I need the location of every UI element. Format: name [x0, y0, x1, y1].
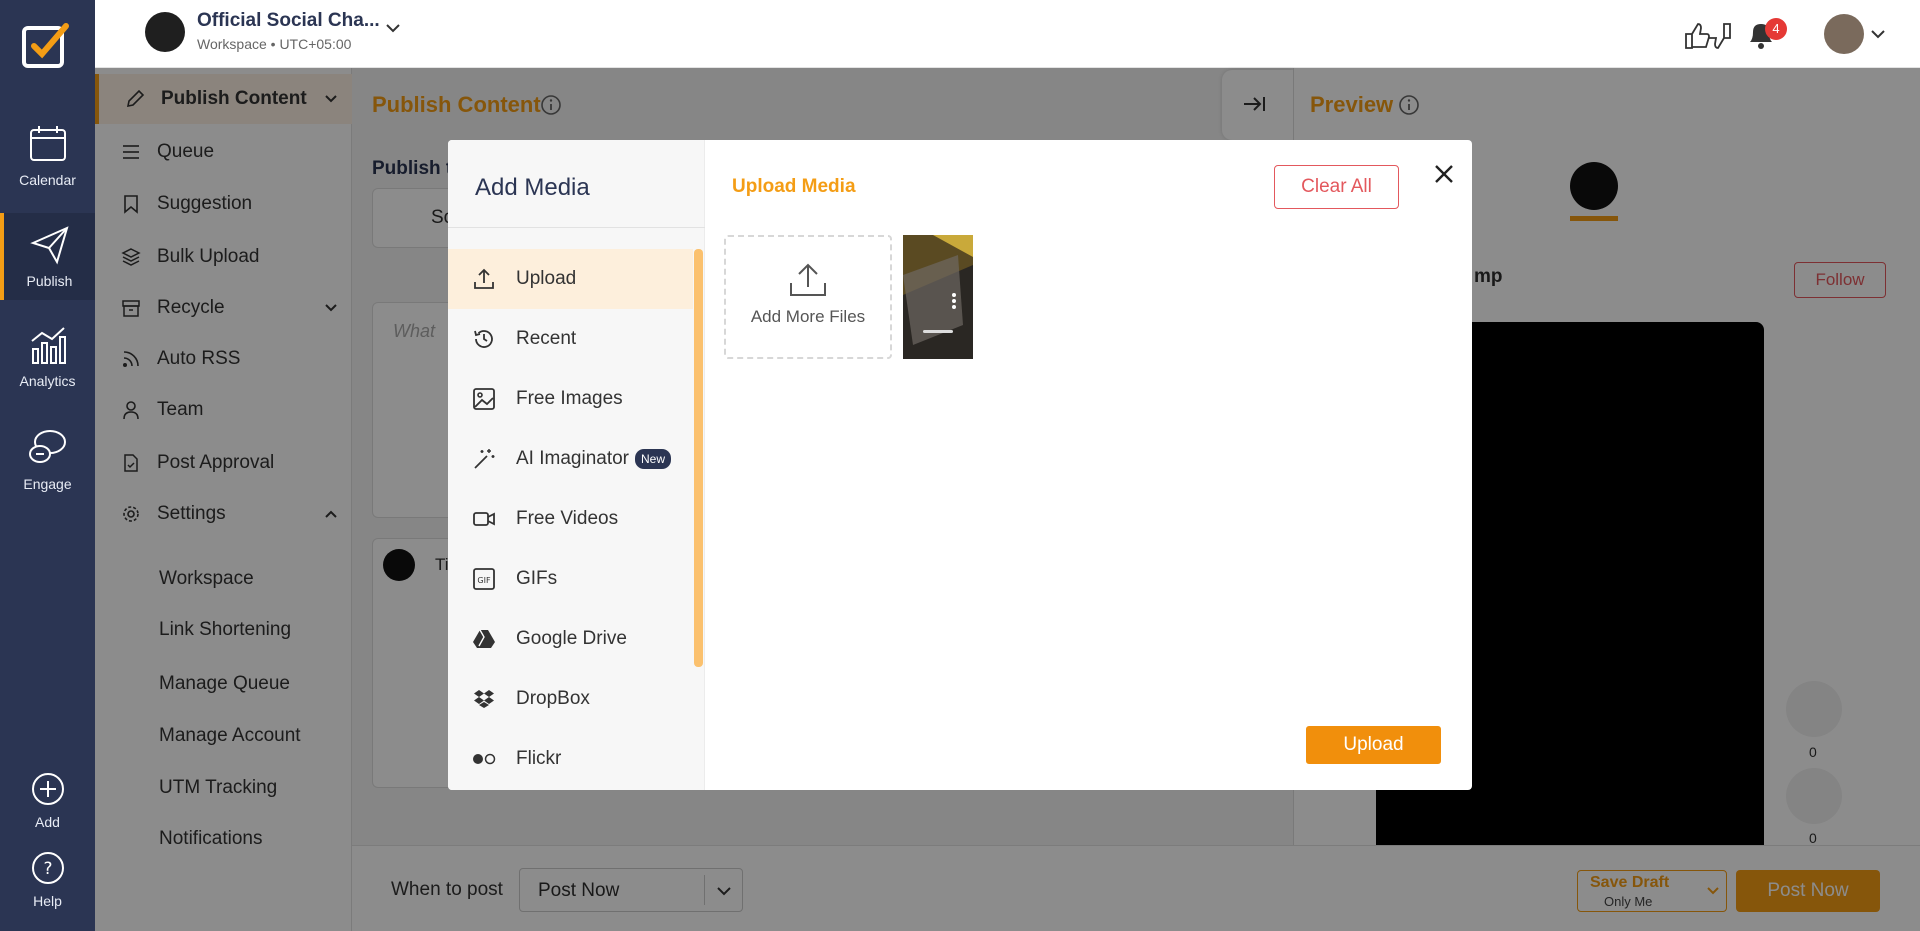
- rail-add-label: Add: [35, 814, 60, 830]
- add-media-modal: Add Media Upload Recent Free Images AI I…: [448, 140, 1472, 790]
- notification-count-badge: 4: [1765, 18, 1787, 40]
- svg-text:GIF: GIF: [477, 576, 491, 585]
- modal-title: Add Media: [475, 174, 590, 201]
- sidebar-scrollbar[interactable]: [694, 249, 703, 667]
- media-source-label: Recent: [516, 328, 577, 349]
- workspace-subtitle: Workspace • UTC+05:00: [197, 36, 352, 52]
- thumbs-feedback-icon[interactable]: [1682, 18, 1734, 54]
- video-icon: [472, 509, 496, 529]
- media-source-label: Free Videos: [516, 508, 619, 529]
- media-source-label: DropBox: [516, 688, 590, 709]
- close-icon[interactable]: [1430, 160, 1458, 188]
- rail-analytics[interactable]: Analytics: [0, 325, 95, 389]
- app-logo-icon[interactable]: [22, 22, 70, 70]
- paper-plane-icon: [29, 226, 69, 265]
- rail-add[interactable]: Add: [0, 772, 95, 830]
- new-badge: New: [635, 449, 672, 469]
- rail-calendar[interactable]: Calendar: [0, 124, 95, 188]
- media-source-google-drive[interactable]: Google Drive: [448, 609, 693, 669]
- media-source-flickr[interactable]: Flickr: [448, 729, 693, 789]
- media-source-label: GIFs: [516, 568, 558, 589]
- media-source-dropbox[interactable]: DropBox: [448, 669, 693, 729]
- add-more-files-label: Add More Files: [750, 307, 866, 326]
- gif-icon: GIF: [472, 567, 496, 591]
- magic-wand-icon: [472, 447, 496, 471]
- media-source-free-videos[interactable]: Free Videos: [448, 489, 693, 549]
- upload-icon: [790, 263, 826, 296]
- media-source-label: Google Drive: [516, 628, 627, 649]
- chevron-down-icon[interactable]: [385, 20, 401, 36]
- workspace-avatar[interactable]: [145, 12, 185, 52]
- google-drive-icon: [472, 629, 496, 649]
- rail-analytics-label: Analytics: [19, 373, 76, 389]
- rail-engage[interactable]: Engage: [0, 428, 95, 492]
- upload-media-header: Upload Media: [732, 176, 856, 197]
- media-source-upload[interactable]: Upload: [448, 249, 693, 309]
- chevron-down-icon[interactable]: [1870, 26, 1886, 42]
- more-options-icon[interactable]: [951, 292, 957, 310]
- flickr-icon: [472, 753, 496, 765]
- media-source-sidebar: Add Media Upload Recent Free Images AI I…: [448, 140, 705, 790]
- rail-publish[interactable]: Publish: [0, 213, 95, 300]
- media-source-ai-imaginator[interactable]: AI Imaginator New: [448, 429, 693, 489]
- media-source-label: Free Images: [516, 388, 623, 409]
- chat-bubbles-icon: [28, 430, 66, 463]
- clear-all-button[interactable]: Clear All: [1274, 165, 1399, 209]
- media-source-gifs[interactable]: GIF GIFs: [448, 549, 693, 609]
- workspace-title[interactable]: Official Social Cha...: [197, 10, 380, 32]
- upload-button[interactable]: Upload: [1306, 726, 1441, 764]
- media-thumbnail[interactable]: [903, 235, 973, 359]
- media-source-label: Flickr: [516, 748, 562, 769]
- svg-text:?: ?: [43, 859, 52, 879]
- left-rail: Calendar Publish Analytics Engage Add ? …: [0, 0, 95, 931]
- user-avatar[interactable]: [1824, 14, 1864, 54]
- analytics-icon: [30, 327, 66, 364]
- add-more-files-dropzone[interactable]: Add More Files: [724, 235, 892, 359]
- add-circle-icon: [31, 773, 64, 805]
- rail-engage-label: Engage: [23, 476, 72, 492]
- calendar-icon: [29, 126, 66, 161]
- rail-help[interactable]: ? Help: [0, 851, 95, 909]
- media-source-label: Upload: [516, 268, 577, 289]
- video-thumbnail-image: [903, 235, 973, 359]
- media-source-free-images[interactable]: Free Images: [448, 369, 693, 429]
- rail-publish-label: Publish: [26, 273, 73, 289]
- history-icon: [472, 327, 496, 351]
- divider: [448, 227, 705, 228]
- image-icon: [472, 387, 496, 411]
- upload-icon: [472, 267, 496, 291]
- rail-calendar-label: Calendar: [19, 172, 76, 188]
- rail-help-label: Help: [33, 893, 62, 909]
- dropbox-icon: [472, 689, 496, 709]
- top-bar: Official Social Cha... Workspace • UTC+0…: [95, 0, 1920, 68]
- help-circle-icon: ?: [31, 852, 64, 884]
- media-source-recent[interactable]: Recent: [448, 309, 693, 369]
- media-source-label: AI Imaginator: [516, 448, 629, 469]
